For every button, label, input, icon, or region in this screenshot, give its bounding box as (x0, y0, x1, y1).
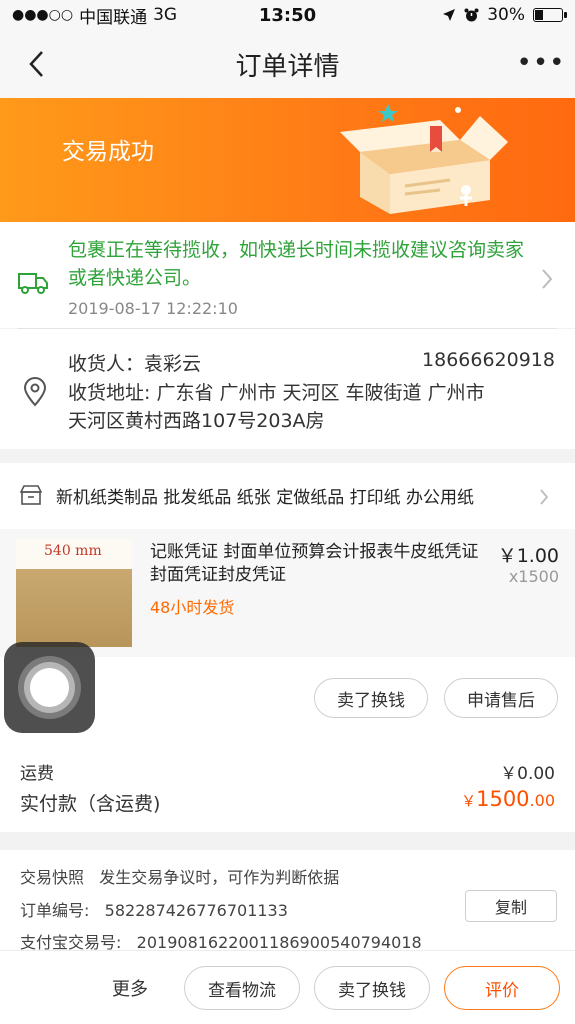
copy-button[interactable]: 复制 (465, 890, 557, 922)
shop-name: 新机纸类制品 批发纸品 纸张 定做纸品 打印纸 办公用纸 (56, 488, 475, 508)
product-title[interactable]: 记账凭证 封面单位预算会计报表牛皮纸凭证封面凭证封皮凭证 (150, 541, 490, 587)
snapshot-row[interactable]: 交易快照 发生交易争议时，可作为判断依据 (20, 864, 339, 888)
chevron-left-icon (29, 51, 43, 77)
order-number-label: 订单编号: (20, 901, 90, 920)
product-price: ￥1.00 (497, 545, 559, 567)
shipping-fee-label: 运费 (20, 764, 54, 784)
back-button[interactable] (16, 44, 56, 84)
order-number: 582287426776701133 (104, 901, 288, 920)
nav-bar: 订单详情 ••• (0, 30, 575, 98)
battery-icon (533, 8, 567, 22)
chevron-right-icon (540, 489, 549, 505)
rate-button[interactable]: 评价 (444, 966, 560, 1010)
paid-decimal: .00 (529, 791, 555, 810)
logistics-message: 包裹正在等待揽收，如快递长时间未揽收建议咨询卖家或者快递公司。 (68, 239, 525, 289)
shop-icon (20, 485, 42, 505)
recipient-address-line2: 天河区黄村西路107号203A房 (68, 410, 325, 432)
shipping-badge: 48小时发货 (150, 598, 235, 617)
recipient-name: 收货人：袁彩云 (68, 353, 202, 375)
after-sale-button[interactable]: 申请售后 (444, 678, 558, 718)
order-status-title: 交易成功 (62, 139, 154, 165)
fee-summary: 运费 ￥0.00 实付款（含运费) ￥1500.00 (0, 739, 575, 832)
status-time: 13:50 (258, 4, 317, 26)
product-quantity: x1500 (508, 567, 559, 586)
chevron-right-icon (542, 269, 553, 289)
product-image-text: 540 mm (44, 543, 102, 559)
location-pin-icon (23, 377, 47, 407)
logistics-time: 2019-08-17 12:22:10 (68, 299, 238, 318)
paid-amount-value: ￥1500.00 (461, 787, 555, 811)
address-card: 收货人：袁彩云 18666620918 收货地址: 广东省 广州市 天河区 车陂… (0, 329, 575, 449)
page-title: 订单详情 (235, 51, 340, 82)
more-link[interactable]: 更多 (112, 975, 148, 1001)
paid-amount-label: 实付款（含运费) (20, 793, 161, 815)
status-bar: ●●●○○ 中国联通 3G 13:50 30% (0, 0, 575, 30)
assistive-touch-button[interactable] (4, 642, 95, 733)
order-number-row: 订单编号: 582287426776701133 (20, 897, 288, 921)
sell-button[interactable]: 卖了换钱 (314, 678, 428, 718)
snapshot-label: 交易快照 (20, 868, 85, 887)
recipient-address-line1: 收货地址: 广东省 广州市 天河区 车陂街道 广州市 (68, 382, 485, 404)
paid-currency: ￥ (461, 792, 477, 810)
logistics-card[interactable]: 包裹正在等待揽收，如快递长时间未揽收建议咨询卖家或者快递公司。 2019-08-… (0, 222, 575, 328)
shop-header[interactable]: 新机纸类制品 批发纸品 纸张 定做纸品 打印纸 办公用纸 (0, 463, 575, 529)
bottom-action-bar: 更多 查看物流 卖了换钱 评价 (0, 950, 575, 1024)
order-status-banner: 交易成功 (0, 98, 575, 222)
snapshot-text: 发生交易争议时，可作为判断依据 (99, 868, 340, 887)
open-box-illustration (340, 104, 508, 214)
recipient-phone: 18666620918 (422, 349, 555, 371)
shipping-fee-value: ￥0.00 (500, 764, 555, 784)
view-logistics-button[interactable]: 查看物流 (184, 966, 300, 1010)
sell-button-bottom[interactable]: 卖了换钱 (314, 966, 430, 1010)
paid-integer: 1500 (476, 787, 530, 811)
more-menu-button[interactable]: ••• (517, 48, 565, 78)
product-image[interactable]: 540 mm (16, 539, 132, 647)
truck-icon (18, 273, 48, 294)
order-info: 交易快照 发生交易争议时，可作为判断依据 订单编号: 5822874267767… (0, 850, 575, 952)
